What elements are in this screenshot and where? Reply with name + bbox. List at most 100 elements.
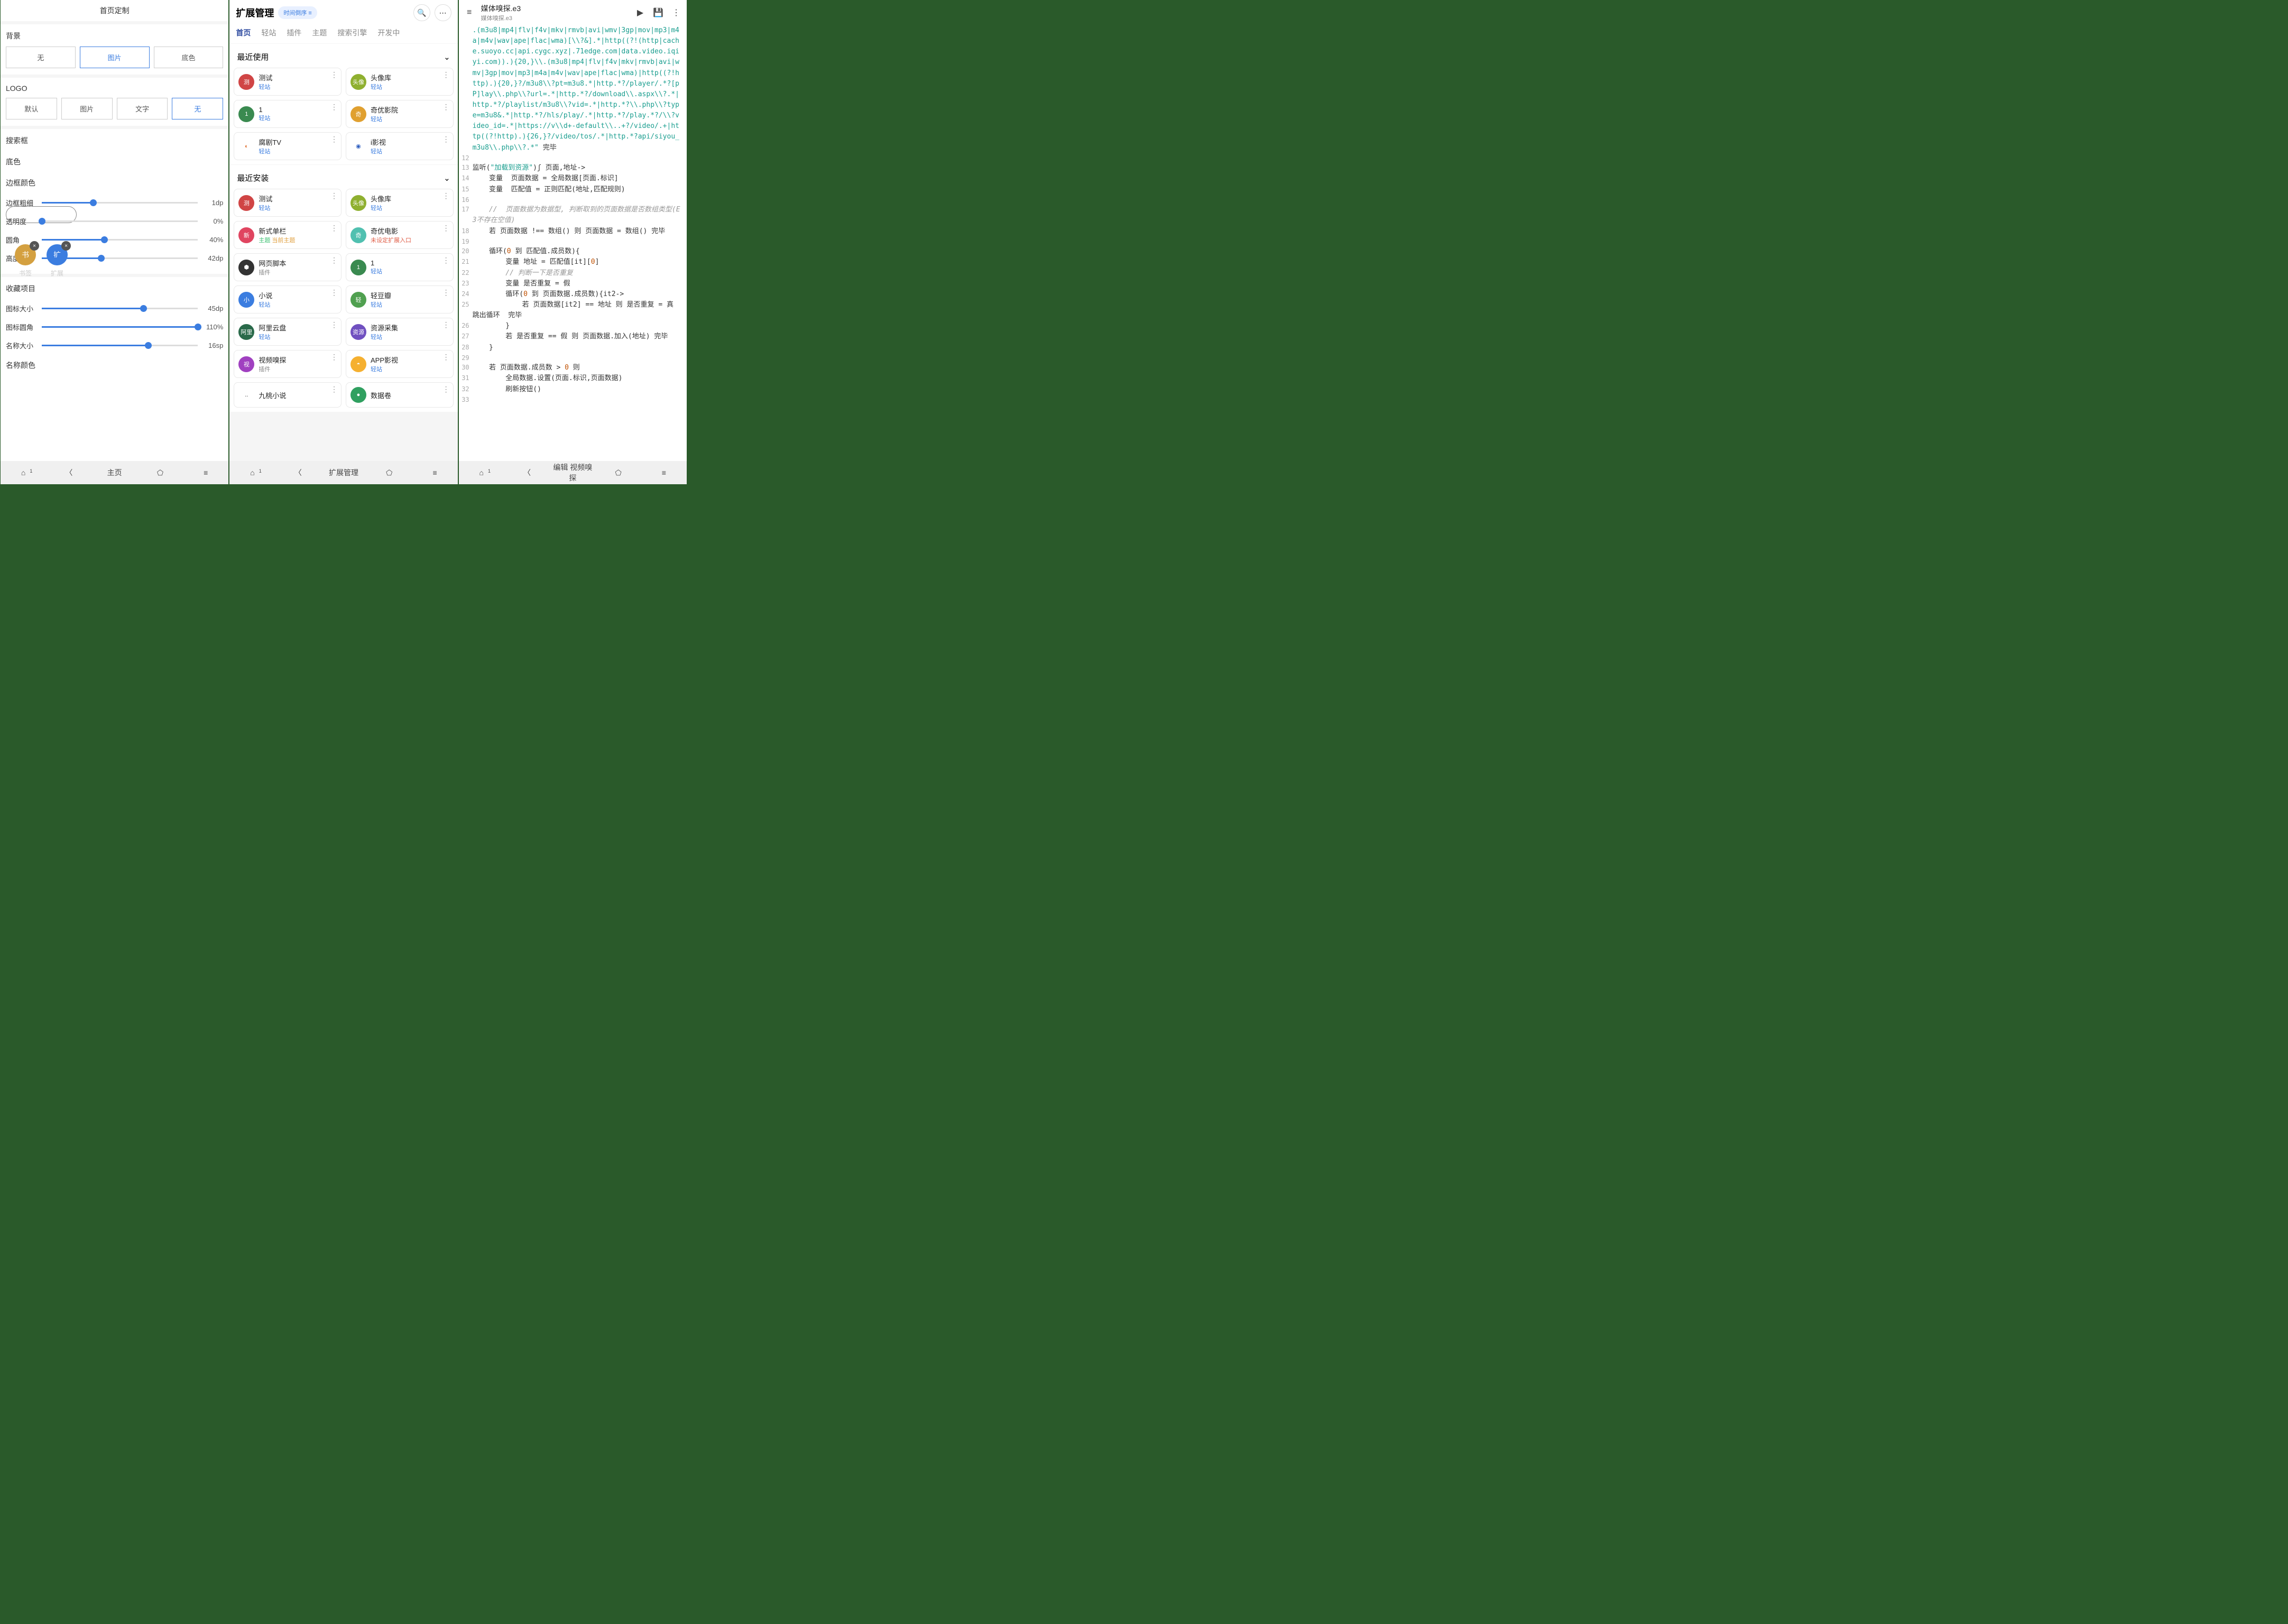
card-more-icon[interactable]: ⋮ xyxy=(330,353,338,362)
slider-row[interactable]: 图标圆角110% xyxy=(6,318,223,336)
fav-item[interactable]: 扩×扩展 xyxy=(47,244,68,278)
group-recent-used[interactable]: 最近使用⌄ xyxy=(229,44,457,68)
card-more-icon[interactable]: ⋮ xyxy=(330,224,338,233)
extension-card[interactable]: 小小说轻站⋮ xyxy=(234,285,342,313)
line-number: 27 xyxy=(461,331,473,342)
section-favorites: 收藏项目 xyxy=(6,283,223,294)
card-more-icon[interactable]: ⋮ xyxy=(442,256,450,265)
tab[interactable]: 主题 xyxy=(312,27,327,38)
card-more-icon[interactable]: ⋮ xyxy=(442,385,450,394)
logo-option[interactable]: 文字 xyxy=(117,98,168,119)
card-more-icon[interactable]: ⋮ xyxy=(442,70,450,79)
card-more-icon[interactable]: ⋮ xyxy=(442,135,450,144)
card-more-icon[interactable]: ⋮ xyxy=(442,103,450,112)
nav-menu-icon[interactable]: ≡ xyxy=(183,468,228,477)
nav-tabs-icon[interactable]: ⬠ xyxy=(137,468,183,477)
nav-tabs-icon[interactable]: ⬠ xyxy=(595,468,641,477)
line-number: 30 xyxy=(461,363,473,373)
line-number: 29 xyxy=(461,353,473,363)
card-more-icon[interactable]: ⋮ xyxy=(442,288,450,297)
extension-card[interactable]: 阿里阿里云盘轻站⋮ xyxy=(234,318,342,346)
extension-card[interactable]: 新新式单栏主题 当前主题⋮ xyxy=(234,221,342,249)
nav-back-icon[interactable]: 〈 xyxy=(504,467,550,478)
bg-option[interactable]: 图片 xyxy=(80,47,150,68)
slider-row[interactable]: 图标大小45dp xyxy=(6,299,223,318)
fav-item[interactable]: 书×书签 xyxy=(15,244,36,278)
slider-row[interactable]: 名称大小16sp xyxy=(6,336,223,355)
group-recent-installed[interactable]: 最近安装⌄ xyxy=(229,165,457,189)
nav-back-icon[interactable]: 〈 xyxy=(46,467,91,478)
line-number: 15 xyxy=(461,184,473,195)
extension-card[interactable]: 11轻站⋮ xyxy=(346,253,454,281)
card-more-icon[interactable]: ⋮ xyxy=(442,320,450,329)
tab[interactable]: 轻站 xyxy=(261,27,276,38)
nav-label[interactable]: 扩展管理 xyxy=(321,467,366,478)
card-more-icon[interactable]: ⋮ xyxy=(330,135,338,144)
card-more-icon[interactable]: ⋮ xyxy=(442,224,450,233)
save-icon[interactable]: 💾 xyxy=(652,7,665,18)
nav-home-icon[interactable]: ⌂1 xyxy=(459,468,504,477)
bottom-nav: ⌂1 〈 编辑 视频嗅探 ⬠ ≡ xyxy=(459,461,687,484)
chevron-down-icon: ⌄ xyxy=(444,52,450,62)
card-more-icon[interactable]: ⋮ xyxy=(330,256,338,265)
line-number: 21 xyxy=(461,257,473,267)
extension-card[interactable]: 测测试轻站⋮ xyxy=(234,189,342,217)
line-number: 31 xyxy=(461,373,473,384)
nav-home-icon[interactable]: ⌂1 xyxy=(229,468,275,477)
extension-card[interactable]: ..九桃小说⋮ xyxy=(234,382,342,408)
card-more-icon[interactable]: ⋮ xyxy=(330,385,338,394)
extension-card[interactable]: 头像头像库轻站⋮ xyxy=(346,189,454,217)
nav-label[interactable]: 主页 xyxy=(92,467,137,478)
logo-option[interactable]: 无 xyxy=(172,98,223,119)
extension-card[interactable]: ◉i影视轻站⋮ xyxy=(346,132,454,160)
line-number: 12 xyxy=(461,153,473,163)
card-more-icon[interactable]: ⋮ xyxy=(442,353,450,362)
line-number: 33 xyxy=(461,395,473,405)
run-icon[interactable]: ▶ xyxy=(634,7,647,18)
extension-card[interactable]: 奇奇优电影未设定扩展入口⋮ xyxy=(346,221,454,249)
name-color-link[interactable]: 名称颜色 xyxy=(6,355,223,376)
ext-mgr-title: 扩展管理 xyxy=(236,6,274,20)
card-more-icon[interactable]: ⋮ xyxy=(442,191,450,200)
line-number: 22 xyxy=(461,268,473,279)
code-editor[interactable]: .(m3u8|mp4|flv|f4v|mkv|rmvb|avi|wmv|3gp|… xyxy=(459,25,687,465)
extension-card[interactable]: 资源资源采集轻站⋮ xyxy=(346,318,454,346)
extension-card[interactable]: 测测试轻站⋮ xyxy=(234,68,342,96)
nav-tabs-icon[interactable]: ⬠ xyxy=(366,468,412,477)
tab[interactable]: 开发中 xyxy=(377,27,400,38)
tab[interactable]: 插件 xyxy=(287,27,301,38)
file-title: 媒体嗅探.e3 xyxy=(481,3,629,14)
extension-card[interactable]: ⬢网页脚本插件⋮ xyxy=(234,253,342,281)
line-number: 25 xyxy=(461,300,473,321)
extension-card[interactable]: 轻轻豆瓣轻站⋮ xyxy=(346,285,454,313)
extension-card[interactable]: ◓APP影视轻站⋮ xyxy=(346,350,454,378)
nav-menu-icon[interactable]: ≡ xyxy=(412,468,457,477)
card-more-icon[interactable]: ⋮ xyxy=(330,191,338,200)
line-number: 14 xyxy=(461,173,473,184)
sort-chip[interactable]: 时间倒序 ≡ xyxy=(278,6,317,19)
extension-card[interactable]: ◐腐剧TV轻站⋮ xyxy=(234,132,342,160)
overflow-icon[interactable]: ⋮ xyxy=(670,7,682,18)
card-more-icon[interactable]: ⋮ xyxy=(330,320,338,329)
nav-menu-icon[interactable]: ≡ xyxy=(641,468,687,477)
extension-card[interactable]: 头像头像库轻站⋮ xyxy=(346,68,454,96)
more-icon[interactable]: ⋯ xyxy=(435,4,451,21)
extension-card[interactable]: ●数据卷⋮ xyxy=(346,382,454,408)
card-more-icon[interactable]: ⋮ xyxy=(330,288,338,297)
line-number: 26 xyxy=(461,321,473,331)
tab[interactable]: 搜索引擎 xyxy=(337,27,367,38)
extension-card[interactable]: 11轻站⋮ xyxy=(234,100,342,128)
nav-label[interactable]: 编辑 视频嗅探 xyxy=(550,462,595,483)
extension-card[interactable]: 奇奇优影院轻站⋮ xyxy=(346,100,454,128)
bottom-nav: ⌂1 〈 主页 ⬠ ≡ xyxy=(1,461,228,484)
line-number: 16 xyxy=(461,195,473,205)
nav-home-icon[interactable]: ⌂1 xyxy=(1,468,46,477)
menu-icon[interactable]: ≡ xyxy=(463,8,476,17)
nav-back-icon[interactable]: 〈 xyxy=(275,467,321,478)
search-icon[interactable]: 🔍 xyxy=(413,4,430,21)
bg-option[interactable]: 底色 xyxy=(154,47,224,68)
card-more-icon[interactable]: ⋮ xyxy=(330,70,338,79)
tab[interactable]: 首页 xyxy=(236,27,251,38)
card-more-icon[interactable]: ⋮ xyxy=(330,103,338,112)
extension-card[interactable]: 视视频嗅探插件⋮ xyxy=(234,350,342,378)
